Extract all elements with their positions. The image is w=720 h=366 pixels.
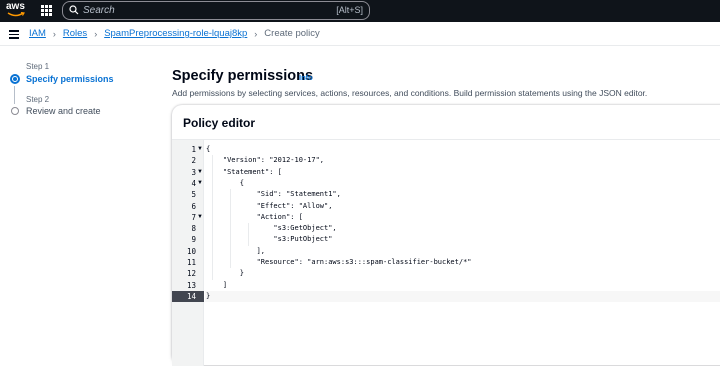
breadcrumb-roles[interactable]: Roles xyxy=(63,28,87,39)
search-input[interactable]: Search [Alt+S] xyxy=(62,1,370,20)
breadcrumb-bar: IAM › Roles › SpamPreprocessing-role-lqu… xyxy=(0,22,720,46)
line-number: 7 xyxy=(191,212,196,222)
wizard-steps: Step 1 Specify permissions Step 2 Review… xyxy=(0,46,160,348)
aws-logo[interactable]: aws xyxy=(6,2,28,20)
line-number: 2 xyxy=(191,156,196,166)
code-line[interactable]: "s3:PutObject" xyxy=(206,234,332,245)
breadcrumb: IAM › Roles › SpamPreprocessing-role-lqu… xyxy=(29,28,320,39)
code-line[interactable]: "Resource": "arn:aws:s3:::spam-classifie… xyxy=(206,257,472,268)
search-icon xyxy=(69,5,79,15)
code-line[interactable]: "Sid": "Statement1", xyxy=(206,189,341,200)
services-grid-icon[interactable] xyxy=(41,5,52,16)
menu-icon[interactable] xyxy=(9,30,19,39)
breadcrumb-current: Create policy xyxy=(264,28,320,39)
line-number: 13 xyxy=(186,280,196,290)
step-1-number: Step 1 xyxy=(26,62,50,71)
page-title: Specify permissions xyxy=(172,68,314,84)
line-number: 14 xyxy=(172,290,204,303)
chevron-right-icon: › xyxy=(254,28,258,39)
policy-editor-panel: Policy editor 1 ▼{2 "Version": "2012-10-1… xyxy=(172,105,720,366)
chevron-right-icon: › xyxy=(94,28,98,39)
top-navigation: aws Search [Alt+S] xyxy=(0,0,720,22)
aws-logo-text: aws xyxy=(6,1,25,12)
aws-smile-icon xyxy=(7,12,25,17)
indent-guide xyxy=(248,223,249,246)
line-number: 8 xyxy=(191,224,196,234)
code-line[interactable]: "Effect": "Allow", xyxy=(206,201,333,212)
code-line[interactable]: } xyxy=(206,291,210,302)
line-number: 5 xyxy=(191,190,196,200)
code-line[interactable]: ], xyxy=(206,246,265,257)
json-editor[interactable]: 1 ▼{2 "Version": "2012-10-17", 3 ▼ "Stateme… xyxy=(172,139,720,366)
fold-arrow-icon[interactable]: ▼ xyxy=(197,212,203,223)
search-shortcut: [Alt+S] xyxy=(336,5,363,15)
code-line[interactable]: "s3:GetObject", xyxy=(206,223,336,234)
line-number: 10 xyxy=(186,246,196,256)
code-line[interactable]: "Version": "2012-10-17", xyxy=(206,155,324,166)
indent-guide xyxy=(230,189,231,269)
active-line-highlight xyxy=(205,290,720,303)
line-number: 11 xyxy=(186,258,196,267)
step-1-label[interactable]: Specify permissions xyxy=(26,74,114,84)
indent-guide xyxy=(212,155,213,280)
step-2-radio-icon xyxy=(11,107,19,115)
code-line[interactable]: { xyxy=(206,144,210,155)
step-2-label: Review and create xyxy=(26,106,101,116)
line-number: 1 xyxy=(191,145,196,154)
line-number: 12 xyxy=(186,269,196,279)
code-line[interactable]: "Statement": [ xyxy=(206,167,282,178)
policy-editor-title: Policy editor xyxy=(183,116,256,130)
line-number: 3 xyxy=(191,167,196,177)
code-line[interactable]: ] xyxy=(206,280,227,291)
line-number: 4 xyxy=(191,178,196,188)
breadcrumb-role-name[interactable]: SpamPreprocessing-role-lquaj8kp xyxy=(104,28,247,39)
code-line[interactable]: "Action": [ xyxy=(206,212,303,223)
breadcrumb-iam[interactable]: IAM xyxy=(29,28,46,39)
chevron-right-icon: › xyxy=(52,28,56,39)
line-number: 6 xyxy=(191,201,196,211)
line-number: 9 xyxy=(191,235,196,245)
fold-arrow-icon[interactable]: ▼ xyxy=(197,167,203,178)
search-placeholder: Search xyxy=(83,5,115,16)
step-2-number: Step 2 xyxy=(26,95,50,104)
info-link[interactable]: Info xyxy=(299,73,313,82)
page-description: Add permissions by selecting services, a… xyxy=(172,88,648,98)
fold-arrow-icon[interactable]: ▼ xyxy=(197,178,203,189)
step-connector xyxy=(14,86,15,104)
fold-arrow-icon[interactable]: ▼ xyxy=(197,144,203,155)
step-1-radio-icon xyxy=(10,74,20,84)
